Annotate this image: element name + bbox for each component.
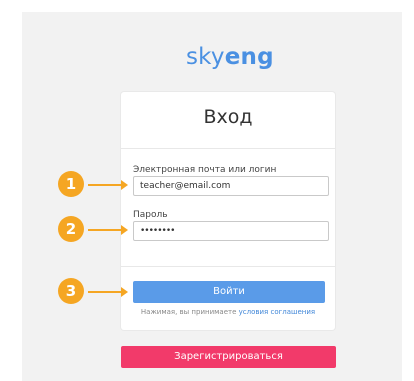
terms-link[interactable]: условия соглашения xyxy=(239,308,315,316)
card-divider xyxy=(121,148,335,149)
password-field[interactable]: •••••••• xyxy=(133,221,329,241)
step-badge-1: 1 xyxy=(58,171,84,197)
arrow-right-icon xyxy=(88,180,128,190)
email-label: Электронная почта или логин xyxy=(133,165,277,175)
login-title: Вход xyxy=(203,106,253,128)
card-divider xyxy=(121,266,335,267)
logo-text-sky: sky xyxy=(186,44,225,70)
terms-text: Нажимая, вы принимаете условия соглашени… xyxy=(121,308,335,316)
step-badge-2: 2 xyxy=(58,216,84,242)
step-badge-3: 3 xyxy=(58,278,84,304)
terms-prefix: Нажимая, вы принимаете xyxy=(140,308,239,316)
password-label: Пароль xyxy=(133,210,168,220)
skyeng-logo: skyeng xyxy=(186,44,286,70)
login-card: Вход Электронная почта или логин teacher… xyxy=(121,92,335,330)
logo-text-eng: eng xyxy=(224,44,274,70)
register-button[interactable]: Зарегистрироваться xyxy=(121,346,336,368)
arrow-right-icon xyxy=(88,287,128,297)
login-button[interactable]: Войти xyxy=(133,281,325,303)
arrow-right-icon xyxy=(88,225,128,235)
email-field[interactable]: teacher@email.com xyxy=(133,176,329,196)
